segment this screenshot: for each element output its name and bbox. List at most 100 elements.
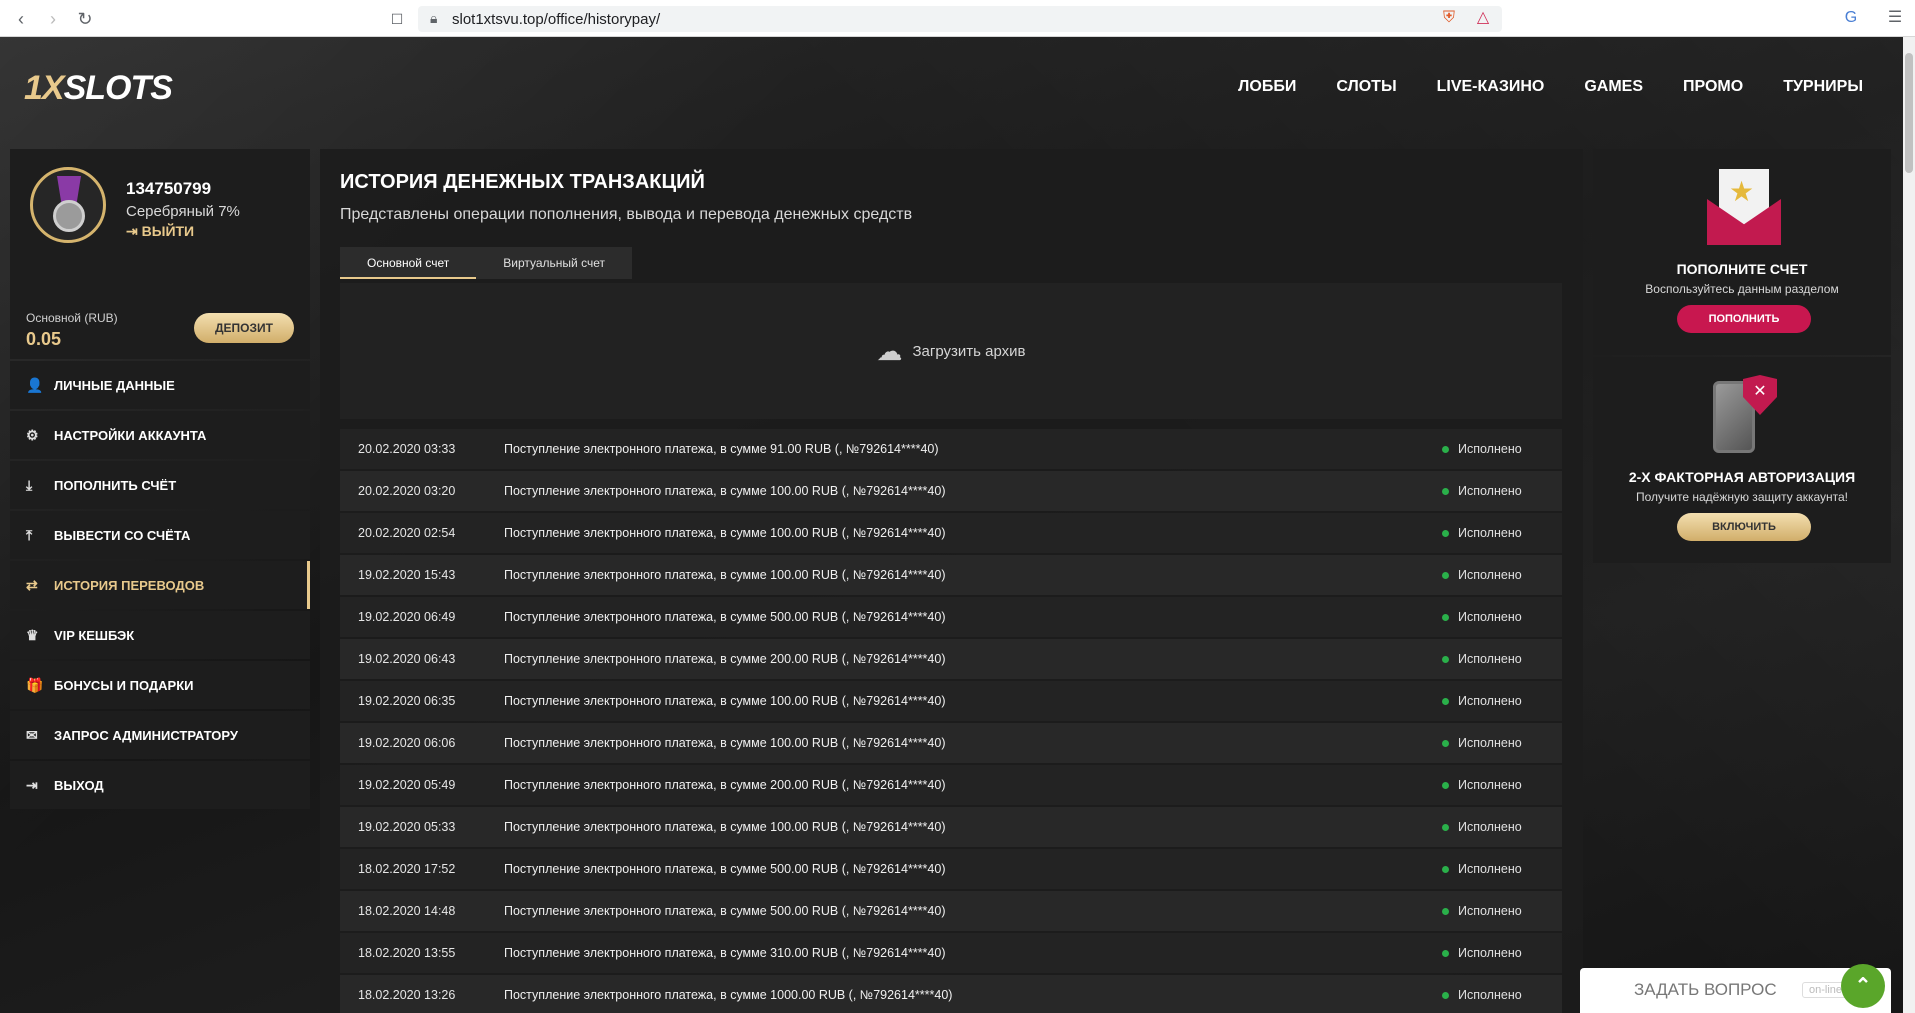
menu-item-transfer-history[interactable]: ⇄ ИСТОРИЯ ПЕРЕВОДОВ	[10, 561, 310, 609]
nav-slots[interactable]: СЛОТЫ	[1336, 78, 1396, 96]
nav-live-casino[interactable]: LIVE-КАЗИНО	[1437, 78, 1545, 96]
status-dot-icon	[1442, 445, 1449, 453]
status-badge: Исполнено	[1442, 904, 1562, 918]
address-bar[interactable]: 🔒︎ slot1xtsvu.top/office/historypay/	[418, 6, 1502, 32]
transaction-history-panel: ИСТОРИЯ ДЕНЕЖНЫХ ТРАНЗАКЦИЙ Представлены…	[320, 149, 1583, 1013]
status-badge: Исполнено	[1442, 568, 1562, 582]
table-row: 18.02.2020 13:55 Поступление электронного…	[340, 933, 1562, 973]
chevron-up-icon[interactable]: ⌃	[1841, 964, 1885, 1008]
menu-item-withdraw[interactable]: ⤒ ВЫВЕСТИ СО СЧЁТА	[10, 511, 310, 559]
status-dot-icon	[1442, 739, 1449, 747]
table-row: 19.02.2020 06:43 Поступление электронного…	[340, 639, 1562, 679]
browser-toolbar: ‹ › ↻ ☐ 🔒︎ slot1xtsvu.top/office/history…	[0, 0, 1915, 37]
user-icon: 👤	[26, 376, 44, 393]
upload-icon: ⤒	[26, 526, 33, 543]
enable-2fa-button[interactable]: ВКЛЮЧИТЬ	[1677, 513, 1811, 541]
download-icon: ⤓	[26, 476, 33, 493]
gear-icon: ⚙	[26, 426, 39, 443]
status-dot-icon	[1442, 865, 1449, 873]
back-icon[interactable]: ‹	[10, 8, 32, 30]
cloud-download-icon: ☁	[876, 335, 903, 366]
account-menu: 👤 ЛИЧНЫЕ ДАННЫЕ ⚙ НАСТРОЙКИ АККАУНТА ⤓ ПОПО…	[10, 361, 310, 811]
chat-label: ЗАДАТЬ ВОПРОС	[1634, 980, 1777, 999]
status-badge: Исполнено	[1442, 778, 1562, 792]
status-dot-icon	[1442, 613, 1449, 621]
transaction-list: 20.02.2020 03:33 Поступление электронного…	[340, 429, 1562, 1013]
rewards-icon[interactable]: △	[1472, 7, 1494, 29]
nav-promo[interactable]: ПРОМО	[1683, 78, 1743, 96]
menu-item-admin-request[interactable]: ✉ ЗАПРОС АДМИНИСТРАТОРУ	[10, 711, 310, 759]
status-dot-icon	[1442, 823, 1449, 831]
page-scrollbar[interactable]	[1903, 37, 1915, 1013]
card-subtitle: Воспользуйтесь данным разделом	[1645, 282, 1839, 296]
menu-item-bonuses[interactable]: 🎁 БОНУСЫ И ПОДАРКИ	[10, 661, 310, 709]
table-row: 18.02.2020 17:52 Поступление электронного…	[340, 849, 1562, 889]
scrollbar-thumb[interactable]	[1905, 53, 1913, 173]
table-row: 19.02.2020 06:35 Поступление электронного…	[340, 681, 1562, 721]
status-badge: Исполнено	[1442, 862, 1562, 876]
forward-icon[interactable]: ›	[42, 8, 64, 30]
table-row: 20.02.2020 03:33 Поступление электронного…	[340, 429, 1562, 469]
status-dot-icon	[1442, 907, 1449, 915]
menu-icon[interactable]: ☰	[1884, 7, 1906, 29]
deposit-button[interactable]: ДЕПОЗИТ	[194, 313, 294, 343]
reload-icon[interactable]: ↻	[74, 8, 96, 30]
table-row: 19.02.2020 05:49 Поступление электронного…	[340, 765, 1562, 805]
top-up-button[interactable]: ПОПОЛНИТЬ	[1677, 305, 1811, 333]
status-badge: Исполнено	[1442, 946, 1562, 960]
user-level: Серебряный 7%	[126, 203, 240, 220]
menu-item-deposit[interactable]: ⤓ ПОПОЛНИТЬ СЧЁТ	[10, 461, 310, 509]
brave-shield-icon[interactable]: ⛨	[1438, 7, 1460, 29]
table-row: 19.02.2020 05:33 Поступление электронного…	[340, 807, 1562, 847]
mail-icon: ✉	[26, 726, 38, 743]
crown-icon: ♛	[26, 626, 39, 643]
logout-icon: ⇥	[126, 223, 138, 239]
status-dot-icon	[1442, 949, 1449, 957]
card-subtitle: Получите надёжную защиту аккаунта!	[1635, 490, 1848, 504]
balance-value: 0.05	[26, 329, 62, 349]
chat-widget[interactable]: ЗАДАТЬ ВОПРОС on-line ⌃	[1580, 964, 1891, 1013]
status-dot-icon	[1442, 781, 1449, 789]
status-badge: Исполнено	[1442, 652, 1562, 666]
status-badge: Исполнено	[1442, 526, 1562, 540]
menu-item-account-settings[interactable]: ⚙ НАСТРОЙКИ АККАУНТА	[10, 411, 310, 459]
translate-icon[interactable]: G	[1840, 7, 1862, 29]
bookmark-icon[interactable]: ☐	[386, 8, 408, 30]
page-title: ИСТОРИЯ ДЕНЕЖНЫХ ТРАНЗАКЦИЙ	[340, 171, 705, 193]
status-badge: Исполнено	[1442, 694, 1562, 708]
table-row: 19.02.2020 06:06 Поступление электронного…	[340, 723, 1562, 763]
lock-icon: 🔒︎	[430, 10, 438, 26]
silver-medal-icon	[30, 167, 106, 243]
status-badge: Исполнено	[1442, 820, 1562, 834]
user-id: 134750799	[126, 179, 212, 198]
site-logo[interactable]: 1XSLOTS	[24, 69, 173, 108]
transfer-icon: ⇄	[26, 576, 38, 593]
menu-item-vip-cashback[interactable]: ♛ VIP КЕШБЭК	[10, 611, 310, 659]
card-title: 2-Х ФАКТОРНАЯ АВТОРИЗАЦИЯ	[1628, 469, 1856, 485]
table-row: 20.02.2020 03:20 Поступление электронного…	[340, 471, 1562, 511]
site-header: 1XSLOTS ЛОББИ СЛОТЫ LIVE-КАЗИНО GAMES ПР…	[0, 37, 1903, 137]
menu-item-personal-data[interactable]: 👤 ЛИЧНЫЕ ДАННЫЕ	[10, 361, 310, 409]
tab-main-account[interactable]: Основной счет	[340, 247, 477, 279]
status-badge: Исполнено	[1442, 442, 1562, 456]
logout-icon: ⇥	[26, 776, 38, 793]
page-subtitle: Представлены операции пополнения, вывода…	[340, 206, 913, 223]
envelope-star-icon: ★	[1707, 169, 1781, 245]
card-title: ПОПОЛНИТЕ СЧЕТ	[1676, 261, 1808, 277]
status-dot-icon	[1442, 487, 1449, 495]
download-archive-button[interactable]: ☁ Загрузить архив	[340, 283, 1562, 419]
nav-lobby[interactable]: ЛОББИ	[1238, 78, 1296, 96]
nav-tournaments[interactable]: ТУРНИРЫ	[1783, 78, 1863, 96]
logout-link[interactable]: ⇥ ВЫЙТИ	[126, 223, 194, 240]
url-text: slot1xtsvu.top/office/historypay/	[452, 11, 661, 28]
status-badge: Исполнено	[1442, 610, 1562, 624]
top-nav: ЛОББИ СЛОТЫ LIVE-КАЗИНО GAMES ПРОМО ТУРН…	[1238, 78, 1863, 96]
table-row: 20.02.2020 02:54 Поступление электронного…	[340, 513, 1562, 553]
status-dot-icon	[1442, 655, 1449, 663]
nav-games[interactable]: GAMES	[1584, 78, 1643, 96]
tab-virtual-account[interactable]: Виртуальный счет	[476, 247, 632, 279]
gift-icon: 🎁	[26, 676, 44, 693]
status-badge: Исполнено	[1442, 736, 1562, 750]
menu-item-exit[interactable]: ⇥ ВЫХОД	[10, 761, 310, 809]
table-row: 19.02.2020 15:43 Поступление электронного…	[340, 555, 1562, 595]
